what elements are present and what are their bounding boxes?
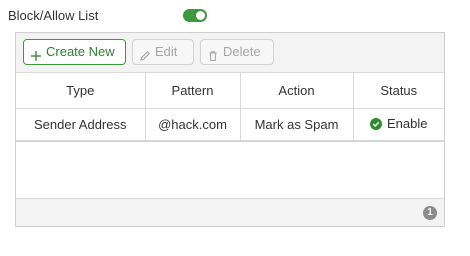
toolbar: Create New Edit Delete (16, 33, 444, 73)
block-allow-header: Block/Allow List (8, 6, 208, 26)
block-allow-table: Type Pattern Action Status Sender Addres… (16, 73, 444, 142)
trash-icon (207, 46, 219, 62)
cell-status: Enable (353, 108, 444, 142)
block-allow-toggle[interactable] (183, 9, 207, 22)
section-title: Block/Allow List (8, 8, 99, 23)
create-new-label: Create New (46, 44, 115, 59)
cell-action: Mark as Spam (240, 108, 354, 142)
table-footer: 1 (16, 198, 444, 226)
delete-label: Delete (223, 44, 261, 59)
column-header-action[interactable]: Action (240, 73, 354, 109)
table-row[interactable]: Sender Address @hack.com Mark as Spam En… (16, 108, 444, 142)
check-circle-icon (370, 117, 382, 130)
block-allow-panel: Create New Edit Delete Type Pattern Acti… (15, 32, 445, 227)
cell-pattern: @hack.com (145, 108, 241, 142)
create-new-button[interactable]: Create New (23, 39, 126, 65)
page-count-badge: 1 (423, 206, 437, 220)
edit-button[interactable]: Edit (132, 39, 194, 65)
table-header-row: Type Pattern Action Status (16, 73, 444, 109)
column-header-type[interactable]: Type (16, 73, 146, 109)
plus-icon (30, 46, 42, 61)
column-header-status[interactable]: Status (353, 73, 444, 109)
column-header-pattern[interactable]: Pattern (145, 73, 241, 109)
pencil-icon (139, 46, 151, 61)
toggle-knob (196, 11, 205, 20)
status-label: Enable (387, 116, 428, 132)
delete-button[interactable]: Delete (200, 39, 274, 65)
edit-label: Edit (155, 44, 178, 59)
cell-type: Sender Address (16, 108, 146, 142)
